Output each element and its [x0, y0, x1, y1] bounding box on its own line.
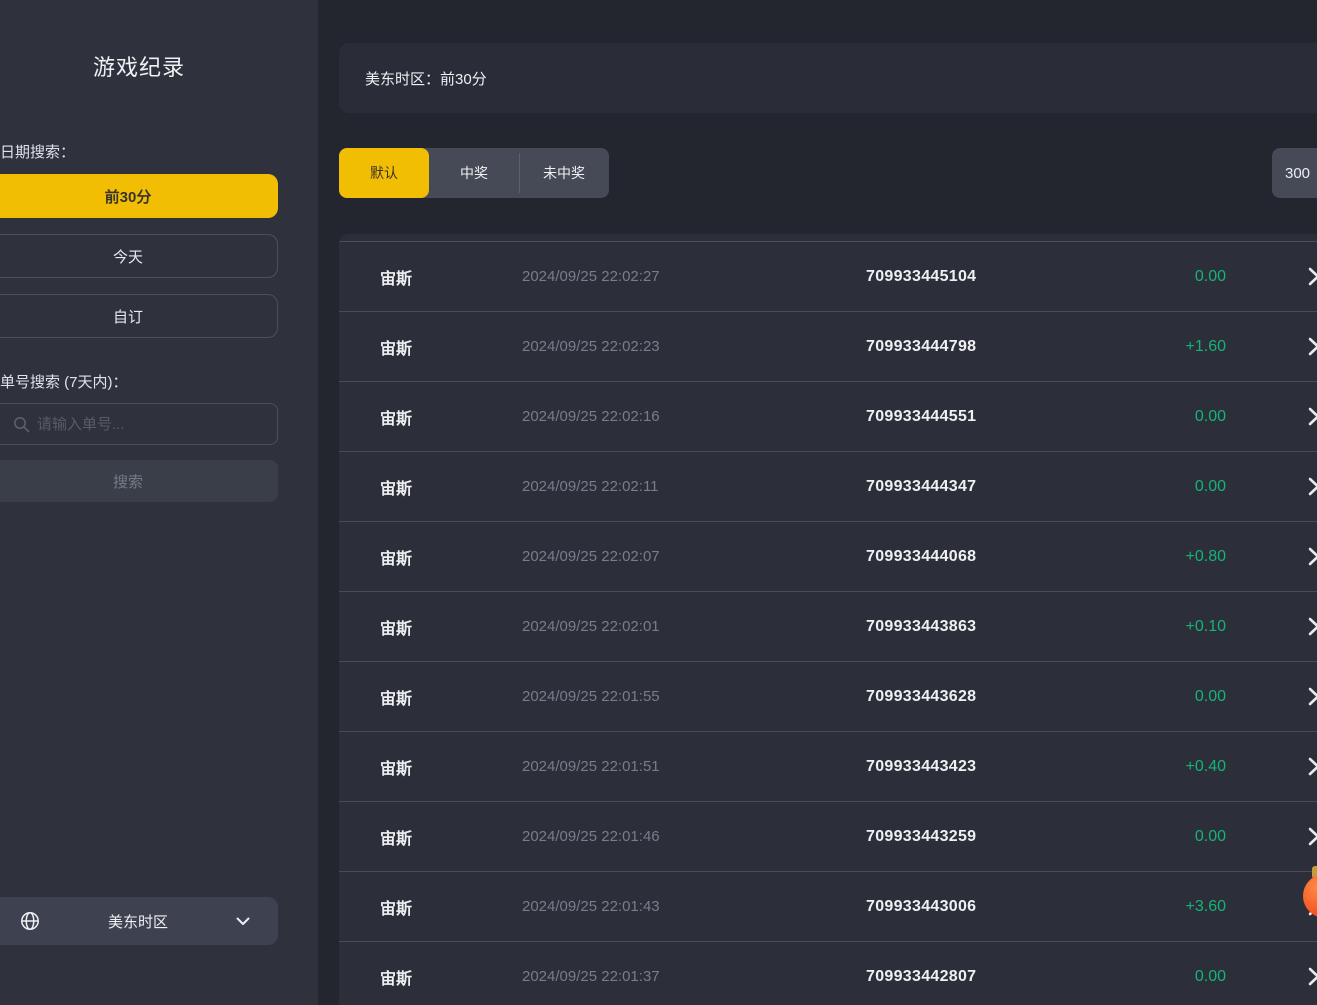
timezone-selector[interactable]: 美东时区 — [0, 897, 278, 945]
chevron-right-icon — [1308, 267, 1317, 286]
record-amount: +0.10 — [1116, 618, 1226, 636]
order-number: 709933444551 — [866, 408, 1116, 426]
game-name: 宙斯 — [380, 405, 522, 429]
game-name: 宙斯 — [380, 895, 522, 919]
sidebar: 游戏纪录 日期搜索： 前30分 今天 自订 单号搜索 (7天内)： 搜索 美东时… — [0, 0, 318, 1005]
table-row[interactable]: 宙斯 2024/09/25 22:02:11 709933444347 0.00 — [339, 452, 1317, 522]
table-row[interactable]: 宙斯 2024/09/25 22:01:43 709933443006 +3.6… — [339, 872, 1317, 942]
game-name: 宙斯 — [380, 965, 522, 989]
order-number: 709933443628 — [866, 688, 1116, 706]
table-row[interactable]: 宙斯 2024/09/25 22:01:46 709933443259 0.00 — [339, 802, 1317, 872]
date-filter-today-button[interactable]: 今天 — [0, 234, 278, 278]
chevron-right-icon — [1308, 967, 1317, 986]
record-amount: 0.00 — [1116, 478, 1226, 496]
record-amount: +1.60 — [1116, 338, 1226, 356]
tab-won[interactable]: 中奖 — [429, 148, 519, 198]
record-amount: 0.00 — [1116, 828, 1226, 846]
order-number: 709933445104 — [866, 268, 1116, 286]
record-time: 2024/09/25 22:02:01 — [522, 618, 866, 635]
chevron-right-icon — [1308, 617, 1317, 636]
order-number: 709933443863 — [866, 618, 1116, 636]
record-amount: +3.60 — [1116, 898, 1226, 916]
record-time: 2024/09/25 22:02:11 — [522, 478, 866, 495]
table-row[interactable]: 宙斯 2024/09/25 22:02:23 709933444798 +1.6… — [339, 312, 1317, 382]
date-filter-custom-button[interactable]: 自订 — [0, 294, 278, 338]
table-row[interactable]: 宙斯 2024/09/25 22:01:51 709933443423 +0.4… — [339, 732, 1317, 802]
order-number: 709933443006 — [866, 898, 1116, 916]
record-time: 2024/09/25 22:01:51 — [522, 758, 866, 775]
order-number: 709933442807 — [866, 968, 1116, 986]
chevron-right-icon — [1308, 757, 1317, 776]
filter-tabs: 默认 中奖 未中奖 — [339, 148, 609, 198]
order-number: 709933444347 — [866, 478, 1116, 496]
partial-row — [339, 234, 1317, 242]
game-name: 宙斯 — [380, 685, 522, 709]
table-row[interactable]: 宙斯 2024/09/25 22:02:16 709933444551 0.00 — [339, 382, 1317, 452]
record-time: 2024/09/25 22:02:07 — [522, 548, 866, 565]
table-row[interactable]: 宙斯 2024/09/25 22:01:37 709933442807 0.00 — [339, 942, 1317, 1005]
tab-not-won[interactable]: 未中奖 — [519, 148, 609, 198]
game-name: 宙斯 — [380, 755, 522, 779]
record-amount: +0.40 — [1116, 758, 1226, 776]
timezone-label: 美东时区 — [40, 911, 236, 932]
order-number: 709933444798 — [866, 338, 1116, 356]
globe-icon — [20, 911, 40, 931]
game-name: 宙斯 — [380, 825, 522, 849]
page-title: 游戏纪录 — [0, 50, 278, 82]
chevron-down-icon — [236, 917, 250, 926]
table-row[interactable]: 宙斯 2024/09/25 22:02:27 709933445104 0.00 — [339, 242, 1317, 312]
date-filter-last30min-button[interactable]: 前30分 — [0, 174, 278, 218]
order-number: 709933443259 — [866, 828, 1116, 846]
chevron-right-icon — [1308, 477, 1317, 496]
record-amount: 0.00 — [1116, 408, 1226, 426]
record-amount: 0.00 — [1116, 268, 1226, 286]
records-list: 宙斯 2024/09/25 22:02:27 709933445104 0.00… — [339, 234, 1317, 1005]
record-amount: 0.00 — [1116, 968, 1226, 986]
record-time: 2024/09/25 22:01:55 — [522, 688, 866, 705]
record-time: 2024/09/25 22:02:23 — [522, 338, 866, 355]
table-row[interactable]: 宙斯 2024/09/25 22:01:55 709933443628 0.00 — [339, 662, 1317, 732]
timezone-info-bar: 美东时区：前30分 — [339, 43, 1317, 113]
record-amount: 0.00 — [1116, 688, 1226, 706]
record-amount: +0.80 — [1116, 548, 1226, 566]
timezone-info-text: 美东时区：前30分 — [365, 68, 487, 89]
search-icon — [13, 416, 30, 433]
order-number: 709933443423 — [866, 758, 1116, 776]
game-name: 宙斯 — [380, 475, 522, 499]
record-time: 2024/09/25 22:02:27 — [522, 268, 866, 285]
table-row[interactable]: 宙斯 2024/09/25 22:02:01 709933443863 +0.1… — [339, 592, 1317, 662]
tab-default[interactable]: 默认 — [339, 148, 429, 198]
date-search-label: 日期搜索： — [0, 141, 75, 162]
order-search-input[interactable] — [37, 416, 237, 433]
table-row[interactable]: 宙斯 2024/09/25 22:02:07 709933444068 +0.8… — [339, 522, 1317, 592]
search-button[interactable]: 搜索 — [0, 460, 278, 502]
order-number: 709933444068 — [866, 548, 1116, 566]
record-time: 2024/09/25 22:01:37 — [522, 968, 866, 985]
record-time: 2024/09/25 22:01:46 — [522, 828, 866, 845]
order-search-label: 单号搜索 (7天内)： — [0, 371, 128, 392]
chevron-right-icon — [1308, 337, 1317, 356]
record-time: 2024/09/25 22:01:43 — [522, 898, 866, 915]
game-name: 宙斯 — [380, 265, 522, 289]
game-name: 宙斯 — [380, 545, 522, 569]
chevron-right-icon — [1308, 407, 1317, 426]
chevron-right-icon — [1308, 687, 1317, 706]
game-name: 宙斯 — [380, 335, 522, 359]
chevron-right-icon — [1308, 547, 1317, 566]
record-time: 2024/09/25 22:02:16 — [522, 408, 866, 425]
chevron-right-icon — [1308, 827, 1317, 846]
order-search-box — [0, 403, 278, 445]
page-size-button[interactable]: 300 — [1272, 148, 1317, 198]
game-name: 宙斯 — [380, 615, 522, 639]
